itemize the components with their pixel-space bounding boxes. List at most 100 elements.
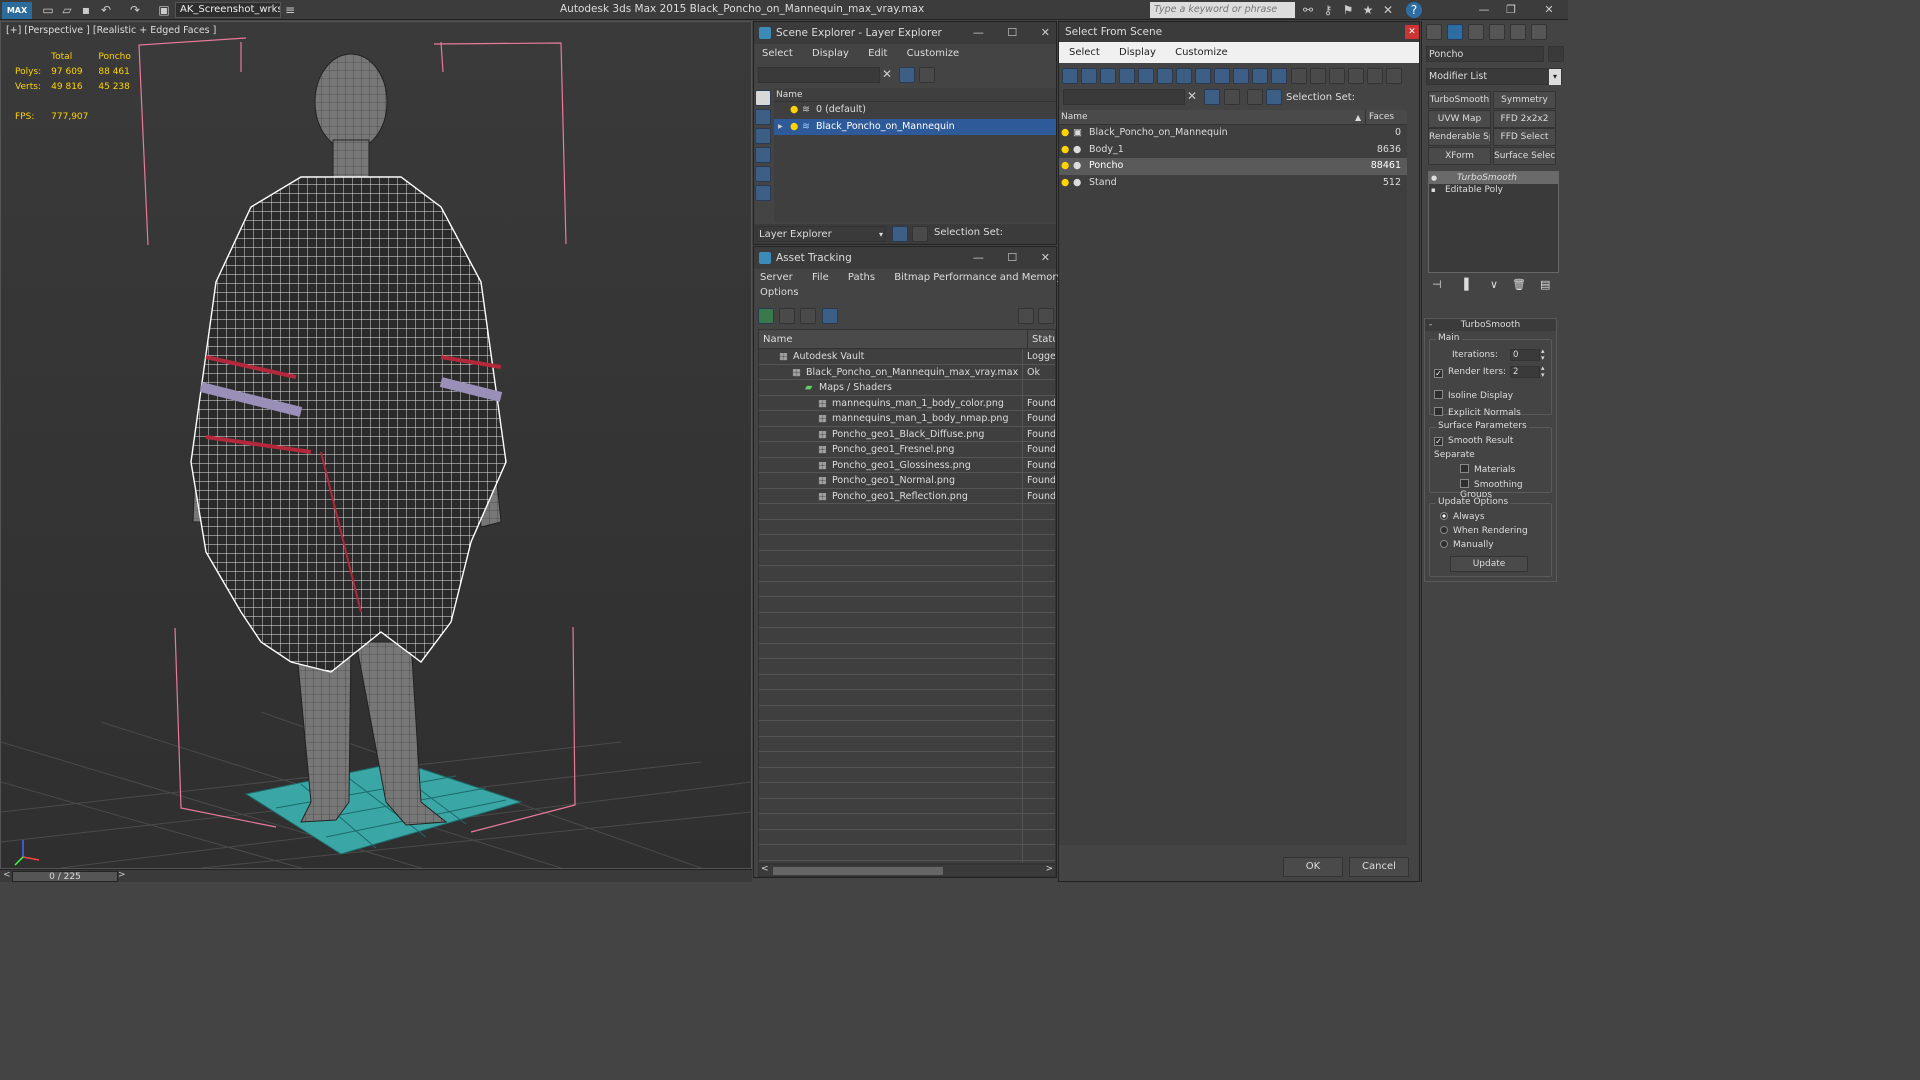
- menu-bitmap-performance[interactable]: Bitmap Performance and Memory: [894, 272, 1062, 283]
- refresh-icon[interactable]: [758, 308, 774, 324]
- display-xrefs-icon[interactable]: [1195, 68, 1211, 84]
- display-frozen-icon[interactable]: [1252, 68, 1268, 84]
- close-icon[interactable]: ✕: [1405, 25, 1419, 39]
- table-row[interactable]: [759, 613, 1055, 628]
- timeline-next-icon[interactable]: >: [118, 870, 126, 880]
- table-row[interactable]: [759, 535, 1055, 551]
- table-row[interactable]: ▦ Autodesk Vault Logged: [759, 349, 1055, 365]
- column-status-header[interactable]: Status: [1027, 330, 1055, 349]
- favorites-star-icon[interactable]: ★: [1360, 2, 1376, 18]
- layer-row[interactable]: ● ≋ 0 (default): [774, 102, 1056, 119]
- table-row[interactable]: [759, 582, 1055, 597]
- binoculars-icon[interactable]: ⚯: [1300, 2, 1316, 18]
- help-icon[interactable]: [1018, 308, 1034, 324]
- table-row[interactable]: [759, 551, 1055, 566]
- perspective-viewport[interactable]: [+] [Perspective ] [Realistic + Edged Fa…: [0, 21, 752, 869]
- table-row[interactable]: ▦ Poncho_geo1_Reflection.png Found: [759, 489, 1055, 504]
- modifier-button[interactable]: FFD Select: [1493, 128, 1556, 146]
- display-tab-icon[interactable]: [1510, 24, 1526, 40]
- table-row[interactable]: ▦ Black_Poncho_on_Mannequin_max_vray.max O…: [759, 365, 1055, 380]
- menu-edit[interactable]: Edit: [868, 48, 887, 59]
- table-row[interactable]: [759, 628, 1055, 644]
- app-logo[interactable]: MAX: [2, 2, 32, 19]
- modifier-list-dropdown[interactable]: Modifier List ▾: [1426, 68, 1562, 85]
- render-iters-spinner[interactable]: 2: [1510, 366, 1540, 378]
- lightbulb-icon[interactable]: ●: [1061, 158, 1069, 175]
- lightbulb-icon[interactable]: ●: [1061, 142, 1069, 159]
- ok-button[interactable]: OK: [1283, 857, 1343, 877]
- spinner-arrows-icon[interactable]: ▴ ▾: [1541, 365, 1545, 379]
- display-shapes-icon[interactable]: [755, 147, 771, 163]
- table-row[interactable]: [759, 737, 1055, 752]
- object-row[interactable]: ● ▣ Black_Poncho_on_Mannequin 0: [1059, 125, 1407, 142]
- column-name-header[interactable]: Name: [1061, 110, 1088, 125]
- project-folder-icon[interactable]: ▣: [156, 2, 172, 18]
- explicit-normals-checkbox[interactable]: Explicit Normals: [1434, 407, 1521, 418]
- lightbulb-icon[interactable]: ●: [790, 102, 798, 119]
- table-row[interactable]: [759, 752, 1055, 768]
- smooth-result-checkbox[interactable]: ✓ Smooth Result: [1434, 436, 1513, 446]
- list-view-icon[interactable]: [779, 308, 795, 324]
- table-view-icon[interactable]: [822, 308, 838, 324]
- expand-all-icon[interactable]: [1386, 68, 1402, 84]
- layer-options-icon[interactable]: [919, 67, 935, 83]
- scene-explorer-find-field[interactable]: [758, 67, 880, 83]
- table-row[interactable]: ▦ Poncho_geo1_Black_Diffuse.png Found: [759, 427, 1055, 442]
- table-row[interactable]: [759, 644, 1055, 659]
- table-row[interactable]: ▦ mannequins_man_1_body_color.png Found: [759, 396, 1055, 411]
- display-layers-icon[interactable]: [755, 185, 771, 201]
- display-lights-icon[interactable]: [755, 166, 771, 182]
- modifier-button[interactable]: XForm: [1428, 146, 1491, 165]
- exchange-icon[interactable]: ✕: [1380, 2, 1396, 18]
- display-geometry-icon[interactable]: [755, 128, 771, 144]
- plus-expand-icon[interactable]: ▪: [1431, 184, 1436, 196]
- table-row[interactable]: ▦ Poncho_geo1_Glossiness.png Found: [759, 458, 1055, 473]
- workspace-selector[interactable]: AK_Screenshot_wrksp: [175, 2, 281, 18]
- modifier-button[interactable]: UVW Map: [1428, 109, 1491, 128]
- object-row[interactable]: ● ● Stand 512: [1059, 175, 1407, 192]
- pin-stack-icon[interactable]: ⊣: [1432, 278, 1442, 291]
- manually-radio[interactable]: Manually: [1440, 540, 1494, 550]
- materials-checkbox[interactable]: Materials: [1460, 464, 1515, 475]
- layer-options-icon[interactable]: [1224, 89, 1240, 105]
- display-spacewarps-icon[interactable]: [1157, 68, 1173, 84]
- display-shapes-icon[interactable]: [1081, 68, 1097, 84]
- table-row[interactable]: [759, 706, 1055, 721]
- thumbnail-view-icon[interactable]: [1310, 68, 1326, 84]
- menu-customize[interactable]: Customize: [907, 48, 960, 59]
- update-button[interactable]: Update: [1450, 556, 1528, 572]
- table-row[interactable]: [759, 504, 1055, 520]
- timeline-prev-icon[interactable]: <: [3, 870, 11, 880]
- render-iters-checkbox[interactable]: ✓: [1434, 367, 1448, 378]
- menu-display[interactable]: Display: [1119, 47, 1156, 58]
- clear-search-icon[interactable]: ✕: [882, 67, 892, 81]
- cancel-button[interactable]: Cancel: [1349, 857, 1409, 877]
- display-helpers-icon[interactable]: [1138, 68, 1154, 84]
- menu-select[interactable]: Select: [1069, 47, 1100, 58]
- display-cameras-icon[interactable]: [1119, 68, 1135, 84]
- modifier-button[interactable]: Symmetry: [1493, 91, 1556, 109]
- open-file-icon[interactable]: ▱: [59, 2, 75, 18]
- filter-icon[interactable]: [899, 67, 915, 83]
- iterations-spinner[interactable]: 0: [1510, 349, 1540, 361]
- when-rendering-radio[interactable]: When Rendering: [1440, 526, 1528, 536]
- column-name-header[interactable]: Name: [763, 330, 793, 349]
- settings-icon[interactable]: [1038, 308, 1054, 324]
- menu-options[interactable]: Options: [760, 287, 799, 298]
- table-row[interactable]: ▰ Maps / Shaders: [759, 380, 1055, 396]
- layer-explorer-icon[interactable]: [892, 226, 908, 242]
- filter-icon[interactable]: [1204, 89, 1220, 105]
- table-row[interactable]: [759, 566, 1055, 582]
- save-icon[interactable]: ▪: [78, 2, 94, 18]
- table-row[interactable]: [759, 814, 1055, 830]
- table-row[interactable]: [759, 659, 1055, 675]
- layers-icon[interactable]: [1247, 89, 1263, 105]
- scene-explorer-column-name[interactable]: Name: [774, 88, 1056, 102]
- expand-arrow-icon[interactable]: ▸: [778, 119, 783, 136]
- select-from-scene-find-field[interactable]: [1063, 89, 1185, 105]
- table-row[interactable]: [759, 783, 1055, 799]
- table-row[interactable]: [759, 597, 1055, 613]
- asset-tracking-titlebar[interactable]: Asset Tracking — ☐ ✕: [754, 247, 1056, 269]
- redo-icon[interactable]: ↷: [127, 2, 143, 18]
- table-row[interactable]: [759, 675, 1055, 690]
